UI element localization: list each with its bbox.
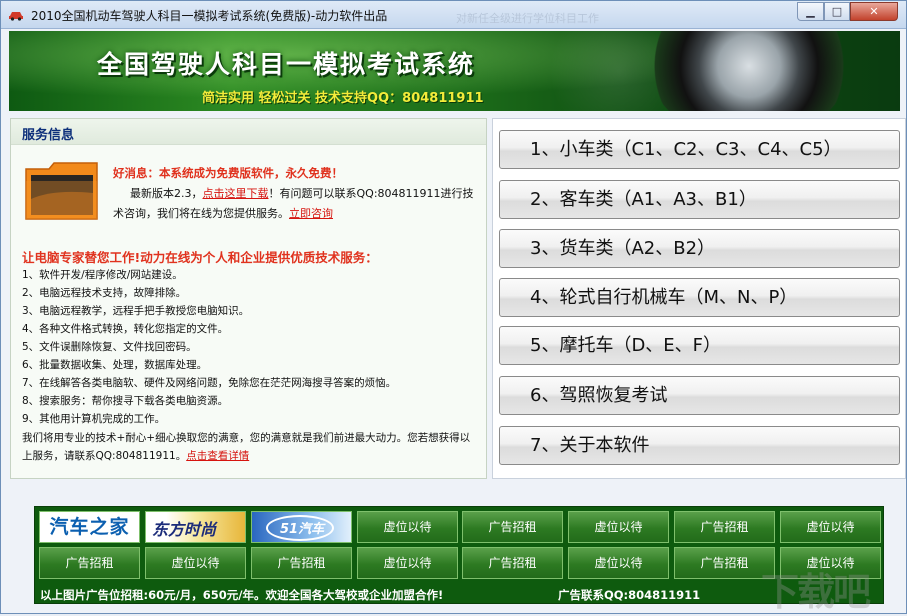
service-info-title: 服务信息	[22, 128, 75, 143]
bus-button[interactable]: 2、客车类（A1、A3、B1）	[499, 180, 900, 219]
banner-subtitle: 简洁实用 轻松过关 技术支持QQ：804811911	[202, 91, 484, 106]
ad-slot[interactable]: 虚位以待	[357, 547, 458, 579]
ad-logo-autohome[interactable]: 汽车之家	[39, 511, 140, 543]
car-icon	[9, 12, 23, 21]
51car-logo-text: 51汽车	[280, 522, 325, 537]
service-item: 9、其他用计算机完成的工作。	[22, 413, 166, 425]
closing-paragraph: 我们将用专业的技术+耐心+细心换取您的满意，您的满意就是我们前进最大动力。您若想…	[22, 429, 480, 465]
service-info-panel: 服务信息 好消息：本系统成为免费版软件，永久免费！ 最新版本2.3，点击这里下载…	[10, 118, 487, 479]
ad-slot[interactable]: 广告招租	[462, 547, 563, 579]
close-button[interactable]: ✕	[850, 2, 898, 21]
service-item: 6、批量数据收集、处理，数据库处理。	[22, 359, 208, 371]
machinery-button[interactable]: 4、轮式自行机械车（M、N、P）	[499, 278, 900, 317]
version-text: 最新版本2.3，	[130, 187, 203, 200]
ad-slot[interactable]: 虚位以待	[568, 511, 669, 543]
version-paragraph: 最新版本2.3，点击这里下载！有问题可以联系QQ:804811911进行技术咨询…	[113, 184, 478, 224]
window-title: 2010全国机动车驾驶人科目一模拟考试系统(免费版)-动力软件出品	[31, 9, 388, 23]
ad-slot[interactable]: 广告招租	[674, 511, 775, 543]
service-item: 3、电脑远程教学，远程手把手教授您电脑知识。	[22, 305, 250, 317]
ad-slot[interactable]: 广告招租	[39, 547, 140, 579]
ad-slot[interactable]: 虚位以待	[568, 547, 669, 579]
consult-link[interactable]: 立即咨询	[289, 207, 333, 220]
ad-slot[interactable]: 虚位以待	[145, 547, 246, 579]
ad-logo-dongfang[interactable]: 东方时尚	[145, 511, 246, 543]
minimize-button[interactable]: ▁	[797, 2, 824, 21]
service-item: 8、搜索服务：帮你搜寻下载各类电脑资源。	[22, 395, 229, 407]
autohome-logo-text: 汽车之家	[49, 516, 130, 538]
download-link[interactable]: 点击这里下载	[203, 187, 269, 200]
maximize-button[interactable]: □	[824, 2, 850, 21]
service-item: 1、软件开发/程序修改/网站建设。	[22, 269, 183, 281]
small-car-button[interactable]: 1、小车类（C1、C2、C3、C4、C5）	[499, 130, 900, 169]
truck-button[interactable]: 3、货车类（A2、B2）	[499, 229, 900, 268]
banner-title: 全国驾驶人科目一模拟考试系统	[97, 50, 476, 79]
about-button[interactable]: 7、关于本软件	[499, 426, 900, 465]
service-headline: 让电脑专家替您工作!动力在线为个人和企业提供优质技术服务：	[22, 250, 378, 265]
ad-slot[interactable]: 广告招租	[462, 511, 563, 543]
title-bar[interactable]: 2010全国机动车驾驶人科目一模拟考试系统(免费版)-动力软件出品 对新任全级进…	[1, 1, 906, 29]
header-banner: 全国驾驶人科目一模拟考试系统 简洁实用 轻松过关 技术支持QQ：80481191…	[9, 31, 900, 111]
service-info-header: 服务信息	[11, 119, 486, 145]
ad-contact-text: 广告联系QQ:804811911	[558, 588, 701, 602]
ad-panel: 汽车之家 东方时尚 51汽车 虚位以待 广告招租 虚位以待 广告招租 虚位以待 …	[34, 506, 884, 604]
folder-icon	[25, 162, 98, 220]
category-menu-panel: 1、小车类（C1、C2、C3、C4、C5） 2、客车类（A1、A3、B1） 3、…	[492, 118, 906, 479]
watermark: 下载吧	[761, 570, 871, 614]
ad-slot[interactable]: 虚位以待	[780, 511, 881, 543]
service-item: 4、各种文件格式转换，转化您指定的文件。	[22, 323, 229, 335]
good-news-text: 好消息：本系统成为免费版软件，永久免费！	[113, 166, 343, 180]
service-list: 1、软件开发/程序修改/网站建设。 2、电脑远程技术支持，故障排除。 3、电脑远…	[22, 266, 396, 428]
service-item: 7、在线解答各类电脑软、硬件及网络问题，免除您在茫茫网海搜寻答案的烦恼。	[22, 377, 397, 389]
ad-pricing-text: 以上图片广告位招租:60元/月，650元/年。欢迎全国各大驾校或企业加盟合作!	[40, 588, 444, 602]
ad-slot[interactable]: 广告招租	[251, 547, 352, 579]
details-link[interactable]: 点击查看详情	[186, 450, 249, 462]
ghost-title-text: 对新任全级进行学位科目工作	[456, 12, 599, 25]
ad-slot[interactable]: 虚位以待	[357, 511, 458, 543]
dongfang-logo-text: 东方时尚	[152, 520, 217, 539]
ad-slot[interactable]: 广告招租	[674, 547, 775, 579]
service-item: 5、文件误删除恢复、文件找回密码。	[22, 341, 197, 353]
license-restore-button[interactable]: 6、驾照恢复考试	[499, 376, 900, 415]
ad-logo-51car[interactable]: 51汽车	[251, 511, 352, 543]
app-window: 2010全国机动车驾驶人科目一模拟考试系统(免费版)-动力软件出品 对新任全级进…	[0, 0, 907, 614]
motorcycle-button[interactable]: 5、摩托车（D、E、F）	[499, 326, 900, 365]
service-item: 2、电脑远程技术支持，故障排除。	[22, 287, 187, 299]
car-wheel-image	[649, 31, 849, 111]
